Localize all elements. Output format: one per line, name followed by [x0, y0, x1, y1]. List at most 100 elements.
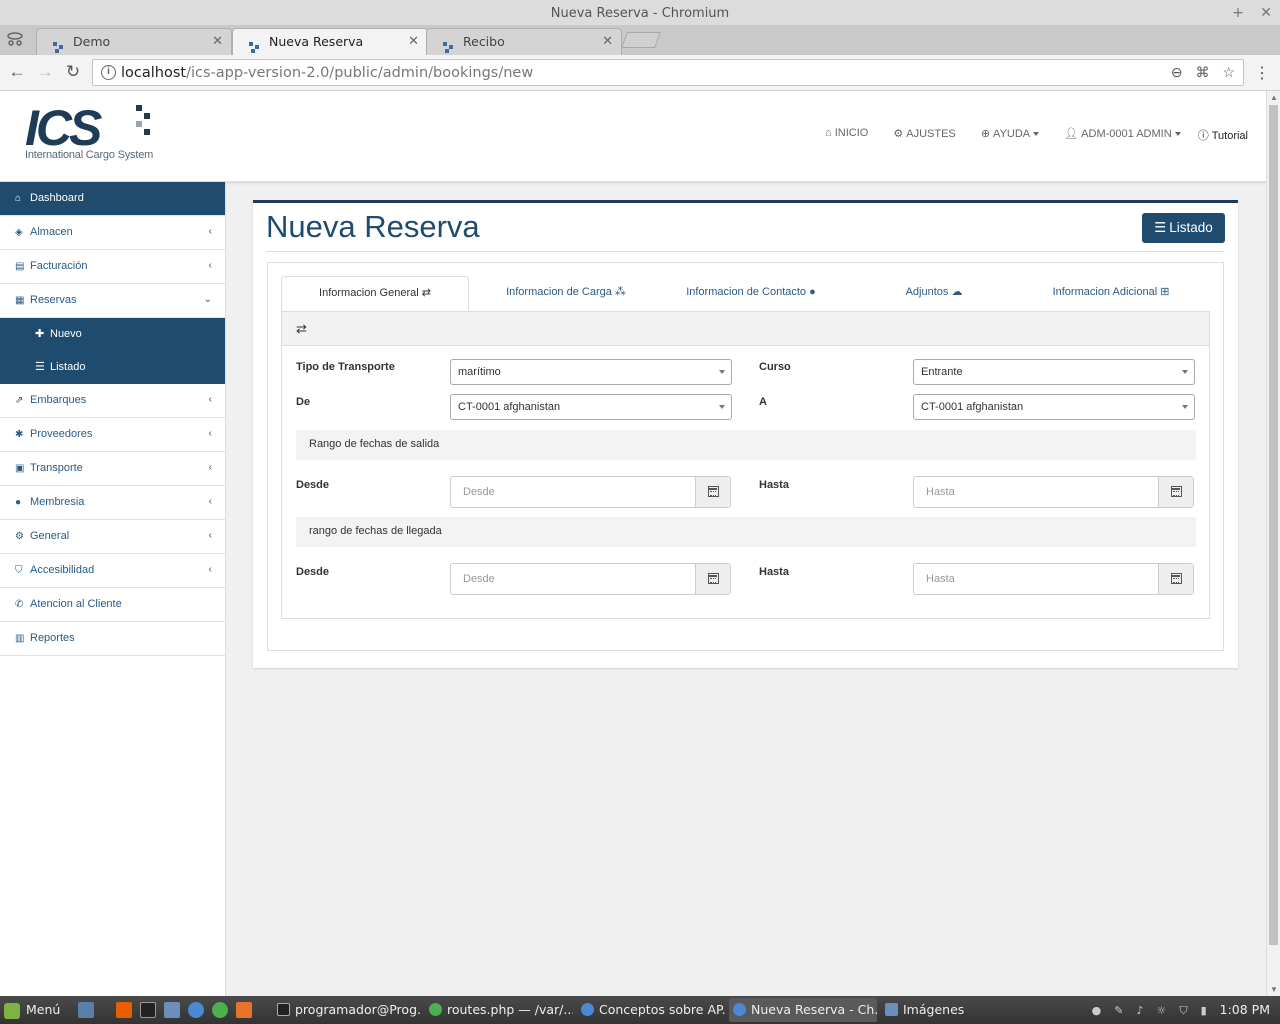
cloud-upload-icon: ☁: [951, 286, 963, 298]
calendar-icon[interactable]: [695, 477, 730, 507]
exchange-icon: ⇄: [421, 287, 431, 299]
translate-icon[interactable]: ⌘: [1196, 64, 1210, 80]
sidebar-item-almacen[interactable]: ◈ Almacen ‹: [0, 216, 225, 250]
browser-tab-recibo[interactable]: Recibo ✕: [426, 28, 622, 55]
sidebar-item-reportes[interactable]: ▥ Reportes: [0, 622, 225, 656]
tipo-transporte-select[interactable]: marítimo: [450, 359, 732, 385]
scroll-up-icon[interactable]: ▲: [1270, 93, 1278, 102]
show-desktop-icon[interactable]: [78, 1002, 94, 1018]
sidebar-item-accesibilidad[interactable]: ⛉ Accesibilidad ‹: [0, 554, 225, 588]
dropdown-arrow-icon: [1182, 405, 1188, 409]
site-info-icon[interactable]: i: [101, 65, 116, 80]
sidebar-item-transporte[interactable]: ▣ Transporte ‹: [0, 452, 225, 486]
taskbar-window-nueva-reserva[interactable]: Nueva Reserva - Ch...: [729, 998, 877, 1022]
ics-logo[interactable]: ICS International Cargo System: [25, 100, 165, 165]
sublime-icon[interactable]: [236, 1002, 252, 1018]
user-icon: ●: [15, 497, 22, 508]
folder-icon: [885, 1003, 898, 1016]
nav-inicio[interactable]: ⌂ INICIO: [825, 127, 868, 139]
volume-icon[interactable]: ♪: [1136, 997, 1143, 1024]
reload-icon[interactable]: ↻: [63, 62, 83, 82]
calendar-icon[interactable]: [1158, 564, 1193, 594]
terminal-icon[interactable]: [140, 1002, 156, 1018]
sidebar-item-general[interactable]: ⚙ General ‹: [0, 520, 225, 554]
sidebar-item-proveedores[interactable]: ✱ Proveedores ‹: [0, 418, 225, 452]
llegada-hasta-input[interactable]: Hasta: [913, 563, 1194, 595]
app-green-icon[interactable]: [212, 1002, 228, 1018]
calendar-icon[interactable]: [695, 564, 730, 594]
taskbar-window-imagenes[interactable]: Imágenes: [881, 998, 1029, 1022]
taskbar-window-routes[interactable]: routes.php — /var/...: [425, 998, 573, 1022]
taskbar-window-conceptos[interactable]: Conceptos sobre AP...: [577, 998, 725, 1022]
close-window-button[interactable]: ✕: [1260, 5, 1272, 21]
chromium-icon[interactable]: [188, 1002, 204, 1018]
llegada-desde-input[interactable]: Desde: [450, 563, 731, 595]
curso-select[interactable]: Entrante: [913, 359, 1195, 385]
user-icon: 👤︎: [1064, 128, 1079, 140]
tab-close-icon[interactable]: ✕: [602, 29, 613, 54]
tab-menu-icon[interactable]: [6, 30, 26, 50]
network-icon[interactable]: ▮: [1201, 997, 1207, 1024]
external-link-icon: ⇗: [15, 395, 24, 406]
zoom-icon[interactable]: ⊖: [1171, 64, 1183, 80]
scrollbar-thumb[interactable]: [1269, 105, 1278, 945]
files-icon[interactable]: [164, 1002, 180, 1018]
taskbar-window-terminal[interactable]: programador@Prog...: [273, 998, 421, 1022]
forward-icon[interactable]: →: [35, 62, 55, 82]
brightness-icon[interactable]: ☼: [1156, 997, 1166, 1024]
llegada-hasta-label: Hasta: [759, 566, 789, 578]
browser-menu-icon[interactable]: ⋮: [1254, 63, 1270, 83]
llegada-section-heading: rango de fechas de llegada: [296, 517, 1196, 547]
tab-informacion-carga[interactable]: Informacion de Carga ⁂: [486, 276, 646, 312]
salida-desde-input[interactable]: Desde: [450, 476, 731, 508]
bookmark-star-icon[interactable]: ☆: [1222, 64, 1235, 80]
sidebar-item-atencion-cliente[interactable]: ✆ Atencion al Cliente: [0, 588, 225, 622]
sidebar-item-facturacion[interactable]: ▤ Facturación ‹: [0, 250, 225, 284]
tab-informacion-adicional[interactable]: Informacion Adicional ⊞: [1041, 276, 1181, 312]
minimize-button[interactable]: +: [1232, 5, 1244, 21]
asterisk-icon: ✱: [15, 429, 24, 440]
origen-select[interactable]: CT-0001 afghanistan: [450, 394, 732, 420]
chevron-left-icon: ‹: [208, 394, 212, 405]
back-icon[interactable]: ←: [7, 62, 27, 82]
tab-label: Demo: [73, 34, 111, 49]
nav-ayuda[interactable]: ⊕ AYUDA: [981, 127, 1040, 140]
page-viewport: ICS International Cargo System ⌂ INICIO ⚙…: [0, 91, 1266, 996]
tab-label: Recibo: [463, 34, 505, 49]
salida-hasta-input[interactable]: Hasta: [913, 476, 1194, 508]
sidebar-subitem-listado[interactable]: ☰ Listado: [0, 351, 225, 384]
destino-select[interactable]: CT-0001 afghanistan: [913, 394, 1195, 420]
scroll-down-icon[interactable]: ▼: [1270, 985, 1278, 994]
info-circle-icon: ⓘ: [1197, 130, 1209, 142]
tab-close-icon[interactable]: ✕: [408, 29, 419, 54]
sidebar-item-dashboard[interactable]: ⌂ Dashboard: [0, 182, 225, 216]
tab-adjuntos[interactable]: Adjuntos ☁: [871, 276, 997, 312]
tab-informacion-general[interactable]: Informacion General ⇄: [281, 276, 469, 312]
title-divider: [266, 251, 1224, 252]
start-menu-button[interactable]: Menú: [4, 996, 60, 1023]
logo-subtitle: International Cargo System: [25, 149, 154, 161]
new-tab-button[interactable]: [621, 32, 661, 48]
dropdown-arrow-icon: [719, 405, 725, 409]
address-bar[interactable]: i localhost/ics-app-version-2.0/public/a…: [92, 59, 1244, 86]
nav-ajustes[interactable]: ⚙ AJUSTES: [893, 127, 955, 140]
tab-informacion-contacto[interactable]: Informacion de Contacto ●: [676, 276, 826, 312]
cube-icon: ◈: [15, 227, 23, 238]
page-scrollbar[interactable]: ▲ ▼: [1266, 91, 1280, 996]
calendar-icon[interactable]: [1158, 477, 1193, 507]
pen-icon[interactable]: ✎: [1114, 997, 1123, 1024]
sidebar-item-embarques[interactable]: ⇗ Embarques ‹: [0, 384, 225, 418]
nav-tutorial[interactable]: ⓘ Tutorial: [1198, 127, 1248, 143]
sidebar-item-reservas[interactable]: ▦ Reservas ⌄: [0, 284, 225, 318]
sidebar-item-membresia[interactable]: ● Membresia ‹: [0, 486, 225, 520]
tab-close-icon[interactable]: ✕: [212, 29, 223, 54]
listado-button[interactable]: ☰ Listado: [1142, 213, 1225, 243]
browser-tab-nueva-reserva[interactable]: Nueva Reserva ✕: [232, 28, 428, 55]
nav-user-menu[interactable]: 👤︎ ADM-0001 ADMIN: [1064, 127, 1181, 140]
browser-tab-demo[interactable]: Demo ✕: [36, 28, 232, 55]
shield-icon[interactable]: ⛉: [1179, 997, 1187, 1024]
clock[interactable]: 1:08 PM: [1220, 1002, 1270, 1017]
user-icon[interactable]: ●: [1092, 997, 1102, 1024]
firefox-icon[interactable]: [116, 1002, 132, 1018]
sidebar-subitem-nuevo[interactable]: ✚ Nuevo: [0, 318, 225, 351]
